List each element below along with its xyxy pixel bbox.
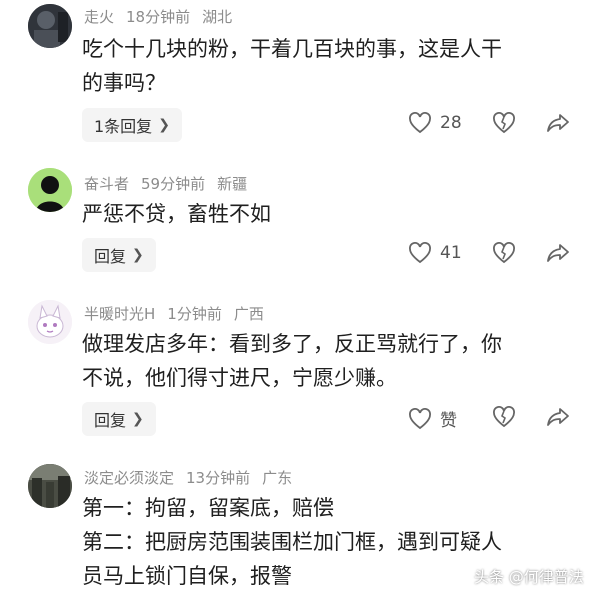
user-avatar[interactable]: [28, 4, 72, 48]
reply-label: 回复: [94, 247, 127, 266]
comment-time: 13分钟前: [186, 469, 251, 487]
watermark: 头条 @何律普法: [474, 568, 584, 586]
share-icon: [547, 244, 569, 262]
chevron-right-icon: ❯: [132, 411, 144, 427]
like-button[interactable]: 41: [408, 242, 462, 264]
broken-heart-icon: [493, 112, 515, 134]
username[interactable]: 奋斗者: [84, 175, 129, 193]
user-avatar[interactable]: [28, 464, 72, 508]
comment-meta: 淡定必须淡定 13分钟前 广东: [84, 467, 304, 488]
user-avatar[interactable]: [28, 300, 72, 344]
reply-button[interactable]: 1条回复 ❯: [82, 108, 182, 142]
dislike-button[interactable]: [492, 112, 516, 134]
comment-meta: 奋斗者 59分钟前 新疆: [84, 173, 259, 194]
heart-icon: [409, 407, 431, 429]
broken-heart-icon: [493, 242, 515, 264]
share-button[interactable]: [546, 242, 570, 264]
user-avatar[interactable]: [28, 168, 72, 212]
like-count: 28: [440, 113, 462, 133]
comment-time: 18分钟前: [126, 8, 191, 26]
comment-time: 59分钟前: [141, 175, 206, 193]
share-icon: [547, 408, 569, 426]
dislike-button[interactable]: [492, 406, 516, 428]
comment-location: 湖北: [202, 8, 233, 26]
like-button[interactable]: 28: [408, 112, 462, 134]
like-count: 赞: [440, 411, 457, 431]
comment-time: 1分钟前: [167, 305, 222, 323]
comment-text: 严惩不贷，畜牲不如: [82, 202, 271, 226]
dark-photo-avatar-icon: [28, 4, 72, 48]
reply-label: 回复: [94, 411, 127, 430]
share-button[interactable]: [546, 112, 570, 134]
chevron-right-icon: ❯: [132, 247, 144, 263]
comment-meta: 半暖时光H 1分钟前 广西: [84, 303, 276, 324]
dislike-button[interactable]: [492, 242, 516, 264]
broken-heart-icon: [493, 406, 515, 428]
street-photo-avatar-icon: [28, 464, 72, 508]
like-button[interactable]: 赞: [408, 406, 457, 431]
reply-button[interactable]: 回复 ❯: [82, 238, 156, 272]
like-count: 41: [440, 243, 462, 263]
share-icon: [547, 114, 569, 132]
reply-label: 1条回复: [94, 117, 153, 136]
comment-text: 做理发店多年：看到多了，反正骂就行了，你 不说，他们得寸进尺，宁愿少赚。: [82, 332, 502, 390]
heart-icon: [409, 242, 431, 264]
comment-location: 新疆: [217, 175, 248, 193]
chevron-right-icon: ❯: [158, 117, 170, 133]
reply-button[interactable]: 回复 ❯: [82, 402, 156, 436]
comment-location: 广西: [233, 305, 264, 323]
share-button[interactable]: [546, 406, 570, 428]
comment-meta: 走火 18分钟前 湖北: [84, 6, 244, 27]
username[interactable]: 淡定必须淡定: [84, 469, 174, 487]
username[interactable]: 半暖时光H: [84, 305, 155, 323]
cartoon-avatar-icon: [28, 300, 72, 344]
comment-location: 广东: [262, 469, 293, 487]
heart-icon: [409, 112, 431, 134]
comment-text: 吃个十几块的粉，干着几百块的事，这是人干 的事吗？: [82, 37, 502, 95]
username[interactable]: 走火: [84, 8, 114, 26]
green-silhouette-avatar-icon: [28, 168, 72, 212]
